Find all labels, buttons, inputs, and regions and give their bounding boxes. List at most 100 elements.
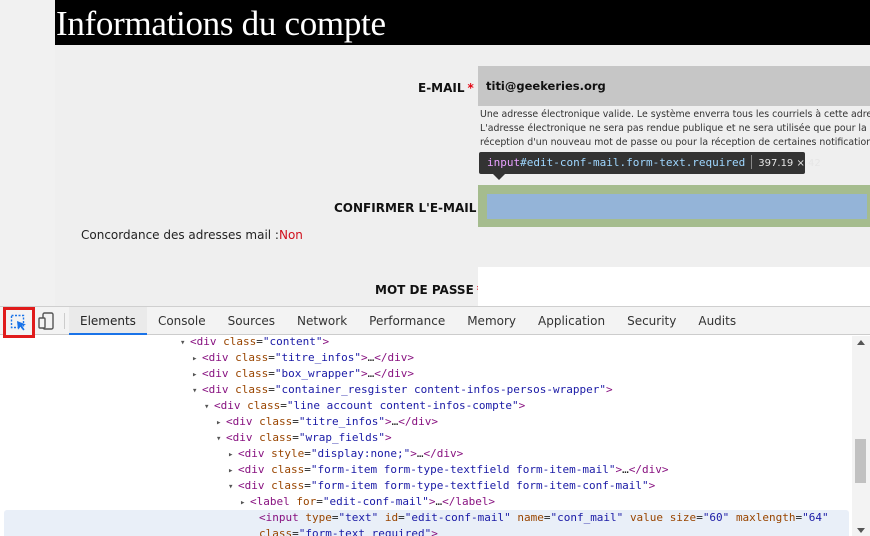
- code-token: "form-item form-type-textfield form-item…: [310, 463, 616, 476]
- code-token: "conf_mail": [550, 511, 624, 524]
- dom-node-row[interactable]: ▾ <div class="wrap_fields">: [216, 430, 392, 446]
- collapsed-arrow-icon[interactable]: ▸: [192, 351, 202, 367]
- collapsed-arrow-icon[interactable]: ▸: [240, 495, 250, 511]
- tab-application[interactable]: Application: [527, 307, 616, 335]
- code-token: =: [292, 415, 299, 428]
- collapsed-arrow-icon[interactable]: ▸: [216, 415, 226, 431]
- email-label-text: E-MAIL: [418, 81, 465, 95]
- dom-node-row[interactable]: ▾ <div class="container_resgister content…: [192, 382, 613, 398]
- dom-node-row[interactable]: ▸ <div class="titre_infos">…</div>: [216, 414, 438, 430]
- confirm-email-label-text: CONFIRMER L'E-MAIL: [334, 201, 477, 215]
- code-token: =: [316, 495, 323, 508]
- dom-node-row[interactable]: ▸ <label for="edit-conf-mail">…</label>: [240, 494, 495, 510]
- tooltip-dimensions: 397.19 × 42: [758, 158, 821, 169]
- code-token: <div: [226, 431, 260, 444]
- code-token: class: [235, 351, 269, 364]
- collapsed-arrow-icon[interactable]: ▸: [228, 463, 238, 479]
- code-token: class: [223, 336, 257, 348]
- code-token: maxlength: [735, 511, 796, 524]
- selected-dom-node[interactable]: <input type="text" id="edit-conf-mail" n…: [4, 510, 849, 536]
- expanded-arrow-icon[interactable]: ▾: [180, 336, 190, 351]
- expanded-arrow-icon[interactable]: ▾: [216, 431, 226, 447]
- password-label: MOT DE PASSE*: [375, 283, 483, 297]
- code-token: </div>: [374, 367, 414, 380]
- tab-memory[interactable]: Memory: [456, 307, 527, 335]
- code-token: size: [669, 511, 697, 524]
- dom-node-row[interactable]: ▸ <div class="form-item form-type-textfie…: [228, 462, 669, 478]
- dom-node-row[interactable]: ▾ <div class="content">: [180, 336, 329, 350]
- code-token: "form-text required": [298, 527, 432, 536]
- password-input[interactable]: [478, 267, 870, 306]
- code-token: =: [280, 399, 287, 412]
- code-token: >: [384, 415, 392, 428]
- dom-node-row[interactable]: ▸ <div class="box_wrapper">…</div>: [192, 366, 414, 382]
- code-token: =: [304, 447, 311, 460]
- dom-node-row[interactable]: ▸ <div style="display:none;">…</div>: [228, 446, 463, 462]
- left-gutter: [0, 0, 55, 306]
- elements-scrollbar[interactable]: [852, 336, 870, 536]
- email-label: E-MAIL *: [418, 81, 474, 95]
- code-token: "display:none;": [310, 447, 411, 460]
- tab-sources[interactable]: Sources: [217, 307, 286, 335]
- confirm-email-input[interactable]: [487, 194, 867, 219]
- code-token: "titre_infos": [274, 351, 361, 364]
- code-token: =: [292, 431, 299, 444]
- confirm-email-label: CONFIRMER L'E-MAIL*: [334, 201, 486, 215]
- email-description-line: L'adresse électronique ne sera pas rendu…: [480, 123, 867, 134]
- code-token: "60": [702, 511, 730, 524]
- tab-console[interactable]: Console: [147, 307, 217, 335]
- code-token: class: [235, 383, 269, 396]
- code-token: =: [304, 463, 311, 476]
- collapsed-arrow-icon[interactable]: ▸: [192, 367, 202, 383]
- tab-elements[interactable]: Elements: [69, 307, 147, 335]
- devtools-tabs: Elements Console Sources Network Performance…: [69, 307, 747, 335]
- code-token: </label>: [442, 495, 496, 508]
- tab-audits[interactable]: Audits: [687, 307, 747, 335]
- code-token: >: [648, 479, 656, 492]
- code-token: <div: [238, 479, 272, 492]
- code-token: >: [431, 527, 438, 536]
- selected-node-line: <input type="text" id="edit-conf-mail" n…: [4, 510, 849, 526]
- device-mode-icon: [38, 312, 54, 330]
- scroll-up-icon[interactable]: [857, 340, 865, 345]
- tab-security[interactable]: Security: [616, 307, 687, 335]
- tab-performance[interactable]: Performance: [358, 307, 456, 335]
- expanded-arrow-icon[interactable]: ▾: [192, 383, 202, 399]
- code-token: <input: [259, 511, 306, 524]
- code-token: type: [305, 511, 332, 524]
- expanded-arrow-icon[interactable]: ▾: [204, 399, 214, 415]
- toolbar-divider: [64, 313, 65, 329]
- email-match-status: Concordance des adresses mail :Non: [81, 228, 303, 242]
- inspect-element-button[interactable]: [3, 307, 35, 338]
- required-marker: *: [467, 81, 474, 95]
- dom-node-row[interactable]: ▸ <div class="titre_infos">…</div>: [192, 350, 414, 366]
- code-token: >: [322, 336, 330, 348]
- code-token: </div>: [628, 463, 669, 476]
- dom-node-row[interactable]: ▾ <div class="line account content-infos-…: [204, 398, 525, 414]
- code-token: =: [304, 479, 311, 492]
- tab-network[interactable]: Network: [286, 307, 358, 335]
- code-token: =: [292, 527, 299, 536]
- code-token: id: [384, 511, 399, 524]
- code-token: "line account content-infos-compte": [286, 399, 519, 412]
- device-toolbar-button[interactable]: [37, 312, 55, 330]
- code-token: "edit-conf-mail": [404, 511, 511, 524]
- tooltip-tag: input: [487, 156, 521, 169]
- email-description-line: réception d'un nouveau mot de passe ou p…: [480, 137, 870, 148]
- code-token: <div: [202, 367, 236, 380]
- code-token: class: [259, 431, 293, 444]
- code-token: <div: [214, 399, 248, 412]
- scroll-down-icon[interactable]: [857, 528, 865, 533]
- email-match-label: Concordance des adresses mail :: [81, 228, 279, 242]
- code-token: class: [259, 415, 293, 428]
- email-field[interactable]: titi@geekeries.org: [478, 66, 870, 106]
- code-token: "container_resgister content-infos-perso…: [274, 383, 607, 396]
- dom-node-row[interactable]: ▾ <div class="form-item form-type-textfie…: [228, 478, 655, 494]
- scrollbar-thumb[interactable]: [855, 439, 866, 483]
- code-token: name: [517, 511, 544, 524]
- expanded-arrow-icon[interactable]: ▾: [228, 479, 238, 495]
- collapsed-arrow-icon[interactable]: ▸: [228, 447, 238, 463]
